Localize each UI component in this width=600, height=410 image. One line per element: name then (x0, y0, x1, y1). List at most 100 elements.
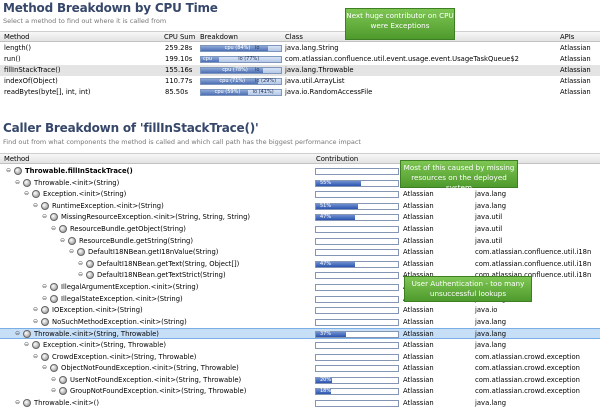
method-row[interactable]: fillInStackTrace() 155.16s cpu (78%) io java… (0, 65, 600, 76)
api-name: Atlassian (403, 213, 434, 222)
method-name: IOException.<init>(String) (52, 306, 143, 315)
expand-toggle-icon[interactable]: ⊖ (15, 399, 20, 406)
expand-toggle-icon[interactable]: ⊖ (78, 271, 83, 278)
expand-toggle-icon[interactable]: ⊖ (33, 318, 38, 325)
method-row[interactable]: indexOf(Object) 110.77s cpu (71%) io (29%) j… (0, 76, 600, 87)
tree-row[interactable]: ⊖ MissingResourceException.<init>(String,… (0, 212, 600, 223)
tree-row[interactable]: ⊖ UserNotFoundException.<init>(String, Th… (0, 375, 600, 386)
cpu-sum-value: 110.77s (165, 77, 193, 85)
package-name: java.lang (475, 399, 507, 407)
tree-row[interactable]: ⊖ Throwable.<init>() Atlassian java.lang (0, 398, 600, 409)
callout-exceptions: Next huge contributor on CPU were Except… (345, 8, 455, 40)
column-method[interactable]: Method (4, 33, 30, 41)
cpu-label: cpu (78%) (222, 67, 248, 73)
method-name: MissingResourceException.<init>(String, … (61, 213, 251, 222)
method-name: readBytes(byte[], int, int) (4, 88, 91, 96)
cpu-label: cpu (203, 56, 213, 62)
package-name: java.util (475, 213, 503, 222)
contribution-label: 37% (320, 331, 332, 338)
method-breakdown-title: Method Breakdown by CPU Time (3, 1, 218, 15)
expand-toggle-icon[interactable]: ⊖ (51, 225, 56, 232)
method-name: ResourceBundle.getObject(String) (70, 225, 186, 233)
api-name: Atlassian (403, 201, 434, 210)
expand-toggle-icon[interactable]: ⊖ (51, 387, 56, 394)
method-name: length() (4, 44, 31, 52)
expand-toggle-icon[interactable]: ⊖ (24, 190, 29, 197)
expand-toggle-icon[interactable]: ⊖ (78, 260, 83, 267)
contribution-bar: 47% (315, 214, 399, 222)
tree-row[interactable]: ⊖ RuntimeException.<init>(String) 51% Atlas… (0, 201, 600, 212)
api-name: Atlassian (403, 317, 434, 326)
column-method[interactable]: Method (4, 155, 30, 163)
api-name: Atlassian (403, 190, 434, 199)
method-row[interactable]: length() 259.28s cpu (84%) io java.lang.Stri… (0, 43, 600, 54)
expand-toggle-icon[interactable]: ⊖ (33, 353, 38, 360)
tree-row[interactable]: ⊖ CrowdException.<init>(String, Throwable… (0, 352, 600, 363)
tree-row[interactable]: ⊖ ResourceBundle.getObject(String) Atlassi… (0, 224, 600, 235)
expand-toggle-icon[interactable]: ⊖ (33, 202, 38, 209)
tree-row[interactable]: ⊖ ObjectNotFoundException.<init>(String, … (0, 363, 600, 374)
contribution-bar (315, 168, 399, 175)
tree-row[interactable]: ⊖ Exception.<init>(String, Throwable) Atla… (0, 340, 600, 351)
io-fill (268, 46, 281, 51)
method-name: Exception.<init>(String) (43, 190, 127, 199)
expand-toggle-icon[interactable]: ⊖ (69, 248, 74, 255)
expand-toggle-icon[interactable]: ⊖ (60, 237, 65, 244)
tree-row[interactable]: ⊖ DefaultI18NBean.getI18nValue(String) Atl… (0, 247, 600, 258)
method-name: Throwable.fillInStackTrace() (25, 167, 133, 175)
cpu-io-breakdown-bar: cpu (59%) io (41%) (200, 89, 282, 96)
method-breakdown-subtitle: Select a method to find out where it is … (3, 17, 167, 25)
contribution-bar (315, 249, 399, 257)
expand-toggle-icon[interactable]: ⊖ (42, 213, 47, 220)
contribution-bar (315, 400, 399, 407)
expand-toggle-icon[interactable]: ⊖ (42, 283, 47, 290)
column-contribution[interactable]: Contribution (316, 155, 358, 163)
method-name: ObjectNotFoundException.<init>(String, T… (61, 364, 239, 373)
expand-toggle-icon[interactable]: ⊖ (42, 295, 47, 302)
api-name: Atlassian (403, 387, 434, 396)
expand-toggle-icon[interactable]: ⊖ (33, 306, 38, 313)
method-row[interactable]: run() 199.10s cpu io (77%) com.atlassian.con… (0, 54, 600, 65)
api-name: Atlassian (403, 399, 434, 407)
expand-toggle-icon[interactable]: ⊖ (51, 376, 56, 383)
expand-toggle-icon[interactable]: ⊖ (15, 179, 20, 186)
tree-row[interactable]: ⊖ NoSuchMethodException.<init>(String) Atl… (0, 317, 600, 328)
expand-toggle-icon[interactable]: ⊖ (24, 341, 29, 348)
method-icon (32, 341, 40, 349)
package-name: com.atlassian.confluence.util.i18n (475, 248, 592, 257)
column-cpu-sum[interactable]: CPU Sum (164, 33, 195, 41)
tree-row[interactable]: ⊖ ResourceBundle.getString(String) Atlassi… (0, 236, 600, 247)
method-name: NoSuchMethodException.<init>(String) (52, 317, 187, 326)
tree-row[interactable]: ⊖ Exception.<init>(String) Atlassian java.l… (0, 189, 600, 200)
contribution-bar: 20% (315, 376, 399, 384)
column-breakdown[interactable]: Breakdown (200, 33, 238, 41)
api-name: Atlassian (403, 330, 434, 339)
contribution-label: 47% (320, 260, 332, 267)
expand-toggle-icon[interactable]: ⊖ (6, 167, 11, 174)
tree-row[interactable]: ⊖ DefaultI18NBean.getText(String, Object[… (0, 259, 600, 270)
io-label: io (77%) (238, 56, 260, 62)
cpu-label: cpu (84%) (224, 45, 251, 51)
method-icon (68, 236, 76, 245)
column-class[interactable]: Class (285, 33, 303, 41)
cpu-sum-value: 85.50s (165, 88, 188, 96)
api-name: Atlassian (403, 306, 434, 315)
method-icon (77, 248, 85, 257)
api-name: Atlassian (560, 44, 591, 52)
contribution-bar (315, 272, 399, 280)
method-name: indexOf(Object) (4, 77, 58, 85)
tree-row[interactable]: ⊖ Throwable.<init>(String, Throwable) 37% A… (0, 328, 600, 340)
method-icon (59, 225, 67, 233)
method-name: fillInStackTrace() (4, 66, 61, 74)
tree-row[interactable]: ⊖ IOException.<init>(String) Atlassian java… (0, 305, 600, 316)
column-apis[interactable]: APIs (560, 33, 574, 41)
contribution-bar: 37% (315, 331, 399, 339)
io-fill (263, 68, 281, 73)
tree-row[interactable]: ⊖ GroupNotFoundException.<init>(String, T… (0, 386, 600, 397)
package-name: java.lang (475, 317, 507, 326)
method-name: DefaultI18NBean.getI18nValue(String) (88, 248, 219, 257)
contribution-label: 47% (320, 214, 332, 221)
method-row[interactable]: readBytes(byte[], int, int) 85.50s cpu (59… (0, 87, 600, 98)
expand-toggle-icon[interactable]: ⊖ (15, 330, 20, 337)
expand-toggle-icon[interactable]: ⊖ (42, 364, 47, 371)
